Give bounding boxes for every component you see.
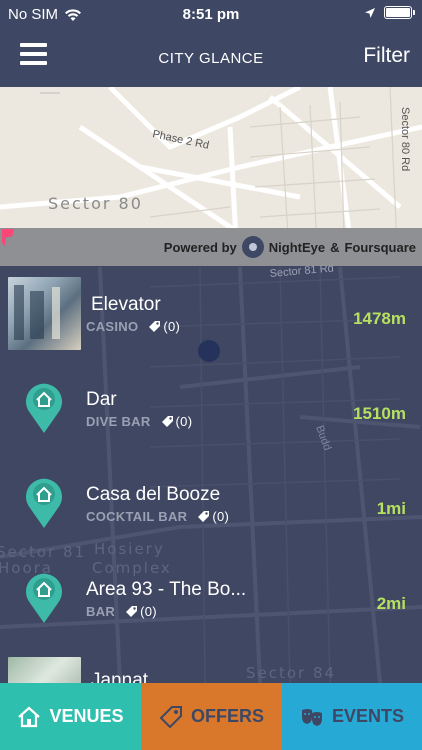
tag-count-label: (0) — [175, 414, 193, 429]
tag-count-label: (0) — [212, 509, 230, 524]
powered-by-label: Powered by — [163, 239, 237, 255]
tab-offers[interactable]: OFFERS — [141, 683, 282, 750]
tag-count: (0) — [197, 509, 229, 524]
venue-item-jannat[interactable]: Jannat — [0, 646, 422, 683]
venue-category: COCKTAIL BAR (0) — [86, 509, 229, 524]
venue-item-elevator[interactable]: Elevator CASINO (0) 1478m — [0, 266, 422, 354]
venue-name: Dar — [86, 389, 117, 410]
venue-item-area-93[interactable]: Area 93 - The Bo... BAR (0) 2mi — [0, 551, 422, 639]
tag-count-label: (0) — [140, 604, 157, 619]
theater-masks-icon — [301, 708, 322, 726]
venue-name: Elevator — [91, 294, 161, 315]
tag-count: (0) — [148, 319, 180, 334]
tag-icon — [198, 511, 210, 522]
status-right — [364, 6, 415, 19]
tab-events[interactable]: EVENTS — [282, 683, 422, 750]
venue-list: Elevator CASINO (0) 1478m Dar DIVE BAR (… — [0, 266, 422, 683]
venue-distance: 2mi — [376, 594, 406, 613]
tag-count-label: (0) — [163, 319, 181, 334]
venue-distance: 1mi — [376, 499, 406, 518]
venue-category: BAR (0) — [86, 604, 157, 619]
nav-bar: CITY GLANCE Filter — [0, 30, 422, 87]
venue-category: CASINO (0) — [86, 319, 180, 334]
tag-count: (0) — [161, 414, 193, 429]
venue-category-label: CASINO — [86, 319, 139, 334]
location-arrow-icon — [365, 7, 375, 18]
venue-distance: 1510m — [353, 404, 406, 423]
nighteye-logo-icon — [241, 236, 264, 258]
venue-name: Area 93 - The Bo... — [86, 579, 247, 600]
venue-photo — [8, 277, 81, 350]
venue-category-label: DIVE BAR — [86, 414, 151, 429]
venue-item-casa-del-booze[interactable]: Casa del Booze COCKTAIL BAR (0) 1mi — [0, 456, 422, 544]
nighteye-label: NightEye — [268, 239, 326, 255]
bottom-tab-bar: VENUES OFFERS EVENTS — [0, 683, 422, 750]
tag-count: (0) — [125, 604, 157, 619]
venue-pin-icon — [26, 478, 63, 528]
home-icon — [18, 706, 41, 727]
tab-venues[interactable]: VENUES — [0, 683, 141, 750]
venue-category-label: BAR — [86, 604, 116, 619]
venue-distance: 1478m — [353, 309, 406, 328]
venue-item-dar[interactable]: Dar DIVE BAR (0) 1510m — [0, 361, 422, 449]
map-label-sector80: Sector 80 — [48, 194, 143, 213]
venue-category-label: COCKTAIL BAR — [86, 509, 188, 524]
app-title: CITY GLANCE — [158, 50, 264, 67]
status-time: 8:51 pm — [182, 6, 240, 23]
venue-pin-icon — [26, 573, 63, 623]
status-bar: No SIM 8:51 pm — [0, 0, 422, 30]
filter-button[interactable]: Filter — [363, 44, 410, 68]
venue-name: Jannat — [91, 670, 149, 683]
tag-icon — [149, 321, 161, 332]
tag-icon — [161, 416, 173, 427]
foursquare-label: Foursquare — [344, 239, 416, 255]
powered-by-bar: Powered by NightEye & Foursquare — [0, 228, 422, 266]
venue-name: Casa del Booze — [86, 484, 221, 505]
tab-offers-label: OFFERS — [190, 706, 264, 726]
tag-icon — [126, 606, 138, 617]
foursquare-logo-icon — [2, 229, 14, 246]
top-bar: No SIM 8:51 pm CITY GLANCE Filter — [0, 0, 422, 87]
tab-venues-label: VENUES — [49, 706, 124, 726]
price-tag-icon — [159, 705, 182, 728]
venue-category: DIVE BAR (0) — [86, 414, 192, 429]
map-label-sector80-road: Sector 80 Rd — [399, 107, 411, 171]
tab-events-label: EVENTS — [331, 706, 405, 726]
venue-photo — [8, 657, 81, 683]
battery-icon — [384, 6, 415, 19]
ampersand-label: & — [330, 239, 340, 255]
venue-pin-icon — [26, 383, 63, 433]
